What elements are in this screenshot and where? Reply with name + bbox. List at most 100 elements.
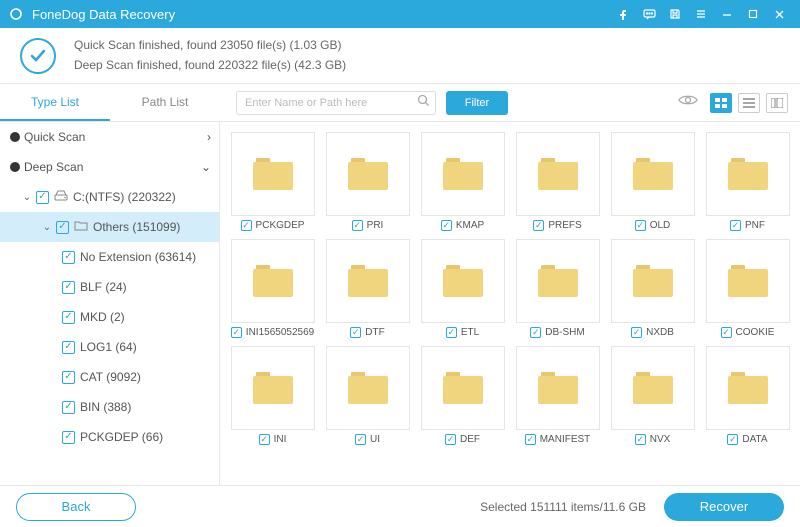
- grid-cell[interactable]: DATA: [703, 346, 792, 445]
- grid-cell[interactable]: DEF: [418, 346, 507, 445]
- checkbox[interactable]: [355, 434, 366, 445]
- checkbox[interactable]: [62, 371, 75, 384]
- tree-quick-scan[interactable]: Quick Scan ›: [0, 122, 219, 152]
- grid-cell[interactable]: PCKGDEP: [228, 132, 317, 231]
- grid-cell[interactable]: INI1565052569: [228, 239, 317, 338]
- tree-item-label: BIN (388): [80, 400, 211, 414]
- checkbox[interactable]: [635, 434, 646, 445]
- checkbox[interactable]: [36, 191, 49, 204]
- tree-item[interactable]: PCKGDEP (66): [0, 422, 219, 452]
- checkbox[interactable]: [446, 327, 457, 338]
- chevron-right-icon[interactable]: ›: [207, 130, 211, 144]
- checkbox[interactable]: [631, 327, 642, 338]
- tree-item[interactable]: BLF (24): [0, 272, 219, 302]
- checkbox[interactable]: [62, 401, 75, 414]
- feedback-icon[interactable]: [636, 0, 662, 28]
- checkbox[interactable]: [730, 220, 741, 231]
- tree-item[interactable]: No Extension (63614): [0, 242, 219, 272]
- chevron-down-icon[interactable]: ⌄: [201, 160, 211, 174]
- checkbox[interactable]: [62, 341, 75, 354]
- minimize-icon[interactable]: [714, 0, 740, 28]
- thumbnail[interactable]: [611, 132, 695, 216]
- close-icon[interactable]: [766, 0, 792, 28]
- thumbnail[interactable]: [611, 239, 695, 323]
- checkbox[interactable]: [62, 281, 75, 294]
- view-list-icon[interactable]: [738, 93, 760, 113]
- grid-cell[interactable]: COOKIE: [703, 239, 792, 338]
- file-grid[interactable]: PCKGDEPPRIKMAPPREFSOLDPNF INI1565052569DT…: [220, 122, 800, 485]
- checkmark-circle-icon: [20, 38, 56, 74]
- grid-cell[interactable]: DB-SHM: [513, 239, 602, 338]
- tree-item[interactable]: CAT (9092): [0, 362, 219, 392]
- thumbnail[interactable]: [326, 239, 410, 323]
- view-grid-icon[interactable]: [710, 93, 732, 113]
- thumbnail[interactable]: [516, 346, 600, 430]
- tree-deep-scan[interactable]: Deep Scan ⌄: [0, 152, 219, 182]
- grid-cell[interactable]: DTF: [323, 239, 412, 338]
- checkbox[interactable]: [259, 434, 270, 445]
- grid-cell[interactable]: ETL: [418, 239, 507, 338]
- checkbox[interactable]: [533, 220, 544, 231]
- checkbox[interactable]: [721, 327, 732, 338]
- checkbox[interactable]: [241, 220, 252, 231]
- filter-button[interactable]: Filter: [446, 91, 508, 115]
- save-icon[interactable]: [662, 0, 688, 28]
- grid-cell[interactable]: UI: [323, 346, 412, 445]
- back-button[interactable]: Back: [16, 493, 136, 521]
- tree-item[interactable]: BIN (388): [0, 392, 219, 422]
- thumbnail[interactable]: [231, 239, 315, 323]
- chevron-down-icon[interactable]: ⌄: [20, 192, 34, 203]
- checkbox[interactable]: [352, 220, 363, 231]
- chevron-down-icon[interactable]: ⌄: [40, 222, 54, 233]
- grid-cell[interactable]: PRI: [323, 132, 412, 231]
- grid-cell[interactable]: PNF: [703, 132, 792, 231]
- checkbox[interactable]: [62, 251, 75, 264]
- thumbnail[interactable]: [421, 239, 505, 323]
- maximize-icon[interactable]: [740, 0, 766, 28]
- tree-drive[interactable]: ⌄ C:(NTFS) (220322): [0, 182, 219, 212]
- checkbox[interactable]: [62, 311, 75, 324]
- checkbox[interactable]: [727, 434, 738, 445]
- thumbnail[interactable]: [706, 346, 790, 430]
- grid-cell[interactable]: OLD: [608, 132, 697, 231]
- grid-cell[interactable]: INI: [228, 346, 317, 445]
- checkbox[interactable]: [635, 220, 646, 231]
- thumbnail[interactable]: [326, 346, 410, 430]
- thumbnail[interactable]: [516, 239, 600, 323]
- tree-item[interactable]: MKD (2): [0, 302, 219, 332]
- preview-icon[interactable]: [678, 93, 698, 112]
- checkbox[interactable]: [445, 434, 456, 445]
- tree-others[interactable]: ⌄ Others (151099): [0, 212, 219, 242]
- grid-cell[interactable]: KMAP: [418, 132, 507, 231]
- facebook-icon[interactable]: [610, 0, 636, 28]
- grid-cell[interactable]: NXDB: [608, 239, 697, 338]
- tree-item[interactable]: LOG1 (64): [0, 332, 219, 362]
- thumbnail[interactable]: [706, 239, 790, 323]
- thumbnail[interactable]: [421, 346, 505, 430]
- recover-button[interactable]: Recover: [664, 493, 784, 521]
- checkbox[interactable]: [350, 327, 361, 338]
- thumbnail[interactable]: [516, 132, 600, 216]
- search-input[interactable]: [236, 91, 436, 115]
- grid-cell[interactable]: PREFS: [513, 132, 602, 231]
- tab-type-list[interactable]: Type List: [0, 84, 110, 121]
- checkbox[interactable]: [530, 327, 541, 338]
- thumbnail[interactable]: [231, 346, 315, 430]
- thumbnail[interactable]: [706, 132, 790, 216]
- sidebar-tree[interactable]: Quick Scan › Deep Scan ⌄ ⌄ C:(NTFS) (220…: [0, 122, 220, 485]
- thumbnail[interactable]: [421, 132, 505, 216]
- thumbnail[interactable]: [326, 132, 410, 216]
- checkbox[interactable]: [525, 434, 536, 445]
- checkbox[interactable]: [56, 221, 69, 234]
- grid-cell[interactable]: NVX: [608, 346, 697, 445]
- tab-path-list[interactable]: Path List: [110, 84, 220, 121]
- checkbox[interactable]: [441, 220, 452, 231]
- view-detail-icon[interactable]: [766, 93, 788, 113]
- checkbox[interactable]: [231, 327, 242, 338]
- search-icon[interactable]: [417, 94, 430, 112]
- grid-cell[interactable]: MANIFEST: [513, 346, 602, 445]
- checkbox[interactable]: [62, 431, 75, 444]
- menu-icon[interactable]: [688, 0, 714, 28]
- thumbnail[interactable]: [611, 346, 695, 430]
- thumbnail[interactable]: [231, 132, 315, 216]
